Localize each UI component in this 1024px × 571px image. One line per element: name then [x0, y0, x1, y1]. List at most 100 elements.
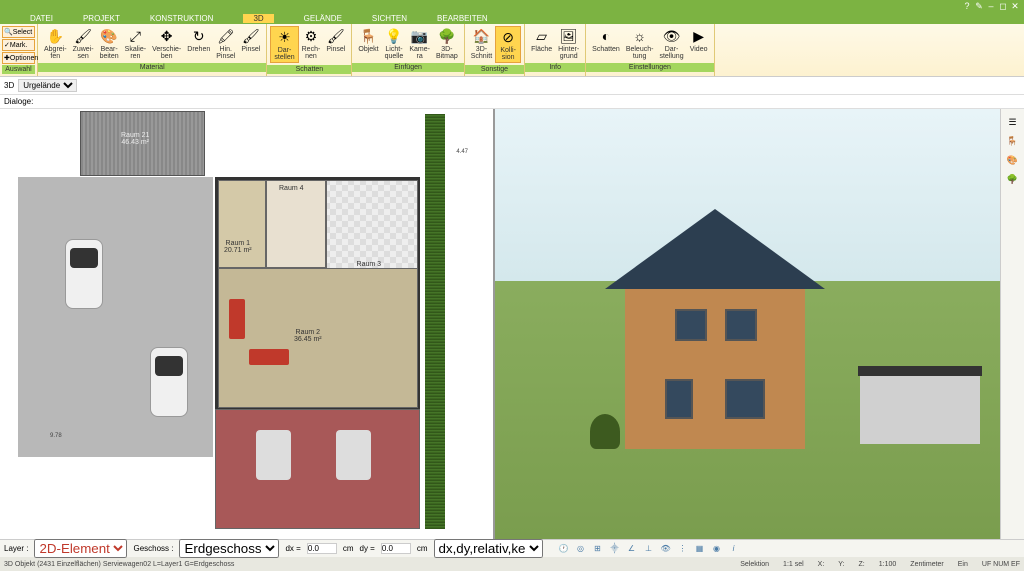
ribbon-group-sonstige: 🏠3D-Schnitt⊘Kolli-sionSonstige — [465, 24, 525, 76]
pane-3d[interactable] — [495, 109, 1000, 539]
snap-icon[interactable]: ⸎ — [608, 542, 622, 556]
ribbon-group-material: ✋Abgrei-fen🖌Zuwei-sen🎨Bear-beiten⤢Skalie… — [38, 24, 267, 76]
ribbon-licht[interactable]: 💡Licht-quelle — [382, 26, 407, 61]
ribbon-group-label: Info — [525, 63, 585, 72]
ribbon-drehen[interactable]: ↻Drehen — [184, 26, 213, 61]
ribbon-objekt[interactable]: 🪑Objekt — [355, 26, 381, 61]
minimize-icon[interactable]: – — [986, 1, 996, 11]
dy-input[interactable] — [381, 543, 411, 554]
ribbon-icon: 🖌 — [74, 27, 92, 45]
sofa-2[interactable] — [249, 349, 289, 365]
cm1-label: cm — [343, 544, 354, 553]
dialoge-label: Dialoge: — [4, 97, 33, 106]
select-button[interactable]: 🔍Select — [2, 26, 35, 38]
patio-sofa-1[interactable] — [256, 430, 291, 480]
ribbon-hin[interactable]: 🖍Hin.Pinsel — [213, 26, 238, 61]
auswahl-label: Auswahl — [2, 65, 35, 74]
ribbon-kolli[interactable]: ⊘Kolli-sion — [495, 26, 521, 63]
ribbon-3d[interactable]: 🌳3D-Bitmap — [433, 26, 461, 61]
ribbon-bear[interactable]: 🎨Bear-beiten — [97, 26, 122, 61]
ribbon-icon: 🖌 — [242, 27, 260, 45]
angle-icon[interactable]: ∠ — [625, 542, 639, 556]
target-icon[interactable]: ◎ — [574, 542, 588, 556]
circle-icon[interactable]: ◉ — [710, 542, 724, 556]
ribbon-3d[interactable]: 🏠3D-Schnitt — [468, 26, 495, 63]
ribbon-icon: ↻ — [190, 27, 208, 45]
menu-datei[interactable]: DATEI — [30, 14, 53, 23]
ribbon-icon: ✥ — [158, 27, 176, 45]
tree-icon[interactable]: 🌳 — [1007, 174, 1018, 185]
ribbon-skalie[interactable]: ⤢Skalie-ren — [122, 26, 149, 61]
hint-icon[interactable]: ✎ — [974, 1, 984, 11]
sofa-1[interactable] — [229, 299, 245, 339]
menu-projekt[interactable]: PROJEKT — [83, 14, 120, 23]
ribbon-icon: ▶ — [690, 27, 708, 45]
terrain-select[interactable]: Urgelände — [18, 79, 77, 92]
ribbon-label: Video — [690, 46, 708, 53]
menu-sichten[interactable]: SICHTEN — [372, 14, 407, 23]
ribbon-hinter[interactable]: 🖼Hinter-grund — [555, 26, 582, 61]
status-unit: Zentimeter — [910, 561, 943, 568]
grid-icon[interactable]: ⊞ — [591, 542, 605, 556]
ribbon-pinsel[interactable]: 🖌Pinsel — [323, 26, 348, 63]
ribbon-abgrei[interactable]: ✋Abgrei-fen — [41, 26, 70, 61]
ribbon-dar[interactable]: ☀Dar-stellen — [270, 26, 298, 63]
ribbon-schatten[interactable]: ◐Schatten — [589, 26, 623, 61]
ribbon-label: Schatten — [592, 46, 620, 53]
info-icon[interactable]: i — [727, 542, 741, 556]
pane-2d[interactable]: Raum 2146.43 m² Raum 4 Raum 338.70 m² Ra… — [0, 109, 495, 539]
ribbon-beleuch[interactable]: ☼Beleuch-tung — [623, 26, 657, 61]
ribbon-icon: ⤢ — [126, 27, 144, 45]
layers-icon[interactable]: ☰ — [1008, 117, 1016, 128]
ribbon-label: Beleuch-tung — [626, 46, 654, 60]
ribbon-video[interactable]: ▶Video — [687, 26, 711, 61]
house-roof — [605, 209, 825, 289]
ribbon-fläche[interactable]: ▱Fläche — [528, 26, 555, 61]
ribbon-icon: ▱ — [533, 27, 551, 45]
titlebar: ? ✎ – ◻ ✕ — [0, 0, 1024, 12]
ribbon-kame[interactable]: 📷Kame-ra — [406, 26, 433, 61]
maximize-icon[interactable]: ◻ — [998, 1, 1008, 11]
view-icon[interactable]: 👁 — [659, 542, 673, 556]
ribbon-label: Fläche — [531, 46, 552, 53]
room-1 — [218, 180, 266, 268]
ribbon-label: Drehen — [187, 46, 210, 53]
geschoss-select[interactable]: Erdgeschoss — [179, 539, 279, 558]
optionen-button[interactable]: ✚Optionen — [2, 52, 35, 64]
patio-sofa-2[interactable] — [336, 430, 371, 480]
menu-3d[interactable]: 3D — [243, 14, 273, 23]
ribbon-rech[interactable]: ⚙Rech-nen — [299, 26, 324, 63]
grid2-icon[interactable]: ▦ — [693, 542, 707, 556]
menu-gelaende[interactable]: GELÄNDE — [304, 14, 342, 23]
dx-input[interactable] — [307, 543, 337, 554]
ribbon-label: Objekt — [358, 46, 378, 53]
ribbon-label: Kolli-sion — [500, 47, 516, 61]
ribbon-icon: 🖍 — [217, 27, 235, 45]
ribbon-icon: ◐ — [597, 27, 615, 45]
ribbon-pinsel[interactable]: 🖌Pinsel — [238, 26, 263, 61]
dots-icon[interactable]: ⋮ — [676, 542, 690, 556]
layer-label: Layer : — [4, 544, 28, 553]
chair-icon[interactable]: 🪑 — [1007, 136, 1018, 147]
mark-button[interactable]: ✓Mark. — [2, 39, 35, 51]
layer-select[interactable]: 2D-Element — [34, 539, 127, 558]
ribbon-dar[interactable]: 👁Dar-stellung — [656, 26, 686, 61]
ribbon-zuwei[interactable]: 🖌Zuwei-sen — [70, 26, 97, 61]
car-1[interactable] — [65, 239, 103, 309]
help-icon[interactable]: ? — [962, 1, 972, 11]
ribbon-label: Rech-nen — [302, 46, 321, 60]
mode-label: 3D — [4, 81, 14, 90]
palette-icon[interactable]: 🎨 — [1007, 155, 1018, 166]
mode-select[interactable]: dx,dy,relativ,ke — [434, 539, 543, 558]
clock-icon[interactable]: 🕐 — [557, 542, 571, 556]
ribbon-icon: 👁 — [663, 27, 681, 45]
car-2[interactable] — [150, 347, 188, 417]
house-wall — [625, 289, 805, 449]
menu-konstruktion[interactable]: KONSTRUKTION — [150, 14, 214, 23]
ribbon-verschie[interactable]: ✥Verschie-ben — [149, 26, 184, 61]
close-icon[interactable]: ✕ — [1010, 1, 1020, 11]
menu-bearbeiten[interactable]: BEARBEITEN — [437, 14, 488, 23]
ribbon-label: Licht-quelle — [385, 46, 404, 60]
ortho-icon[interactable]: ⊥ — [642, 542, 656, 556]
ribbon-label: Zuwei-sen — [73, 46, 94, 60]
